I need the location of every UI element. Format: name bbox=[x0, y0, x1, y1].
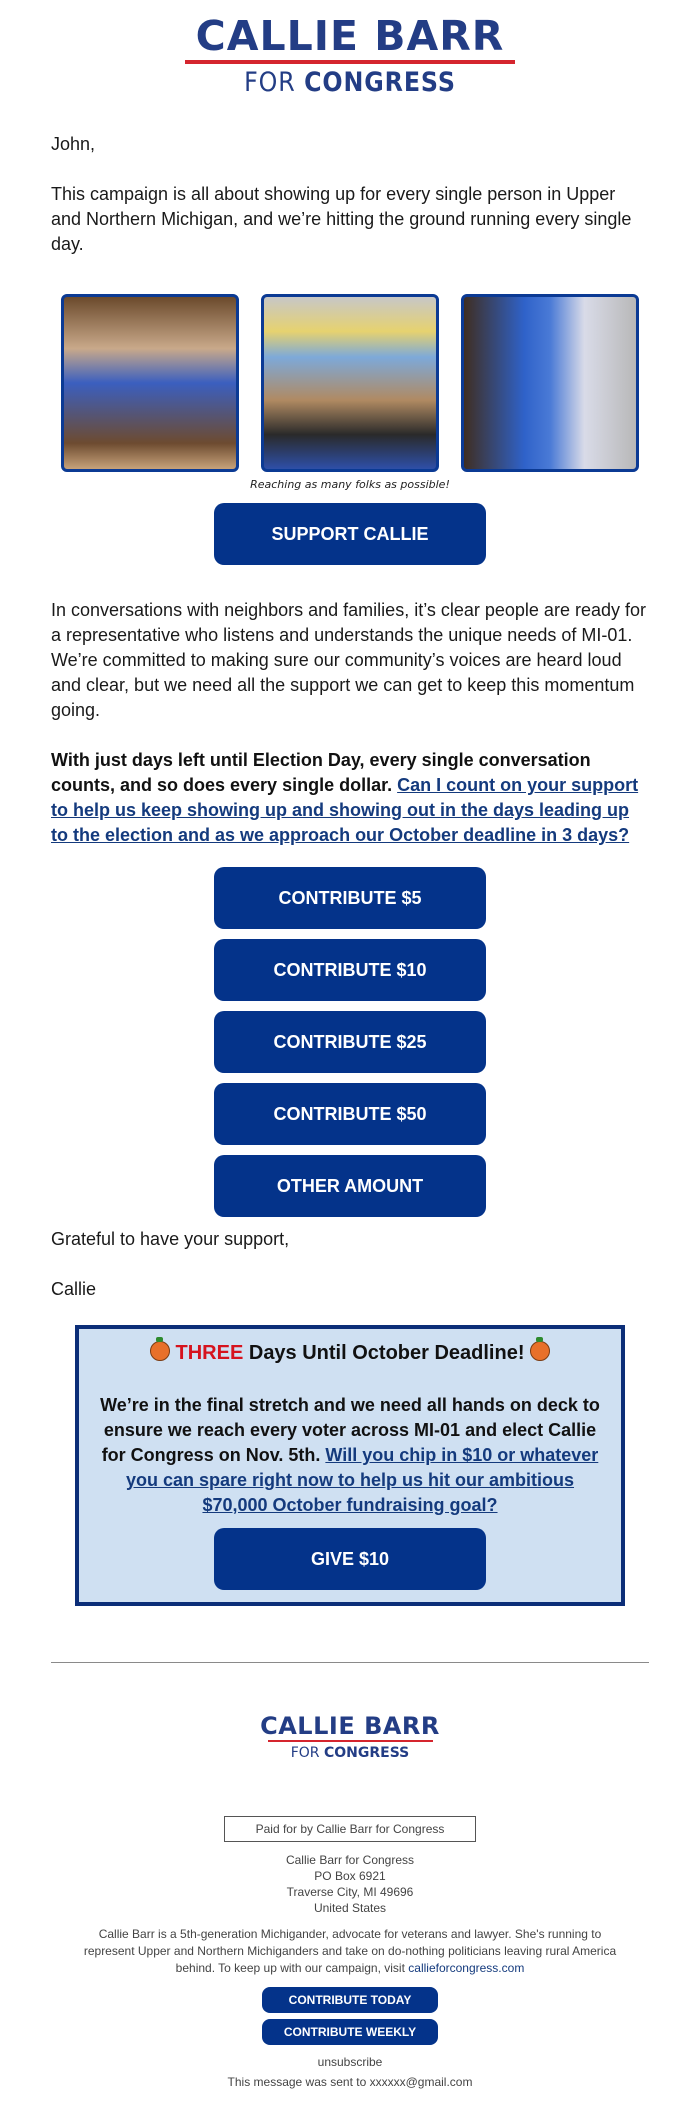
deadline-body: We’re in the final stretch and we need a… bbox=[97, 1393, 603, 1518]
contribute-today-button[interactable]: CONTRIBUTE TODAY bbox=[262, 1987, 438, 2013]
footer-logo-name: CALLIE BARR bbox=[260, 1712, 440, 1740]
other-amount-button[interactable]: OTHER AMOUNT bbox=[214, 1155, 486, 1217]
deadline-title-highlight: THREE bbox=[175, 1342, 244, 1364]
deadline-title-text: Days Until October Deadline! bbox=[243, 1342, 531, 1364]
website-link[interactable]: callieforcongress.com bbox=[408, 1961, 524, 1975]
footer-logo-sub-prefix: FOR bbox=[290, 1745, 320, 1761]
footer-logo: CALLIE BARR FOR CONGRESS bbox=[0, 1713, 700, 1761]
give-10-button[interactable]: GIVE $10 bbox=[214, 1528, 486, 1590]
jack-o-lantern-icon bbox=[149, 1337, 170, 1361]
paid-for-disclaimer: Paid for by Callie Barr for Congress bbox=[224, 1816, 476, 1842]
mailing-address: Callie Barr for Congress PO Box 6921 Tra… bbox=[0, 1852, 700, 1916]
logo-underline bbox=[185, 60, 515, 64]
signature: Callie bbox=[51, 1279, 97, 1299]
unsubscribe-row: unsubscribe bbox=[0, 2055, 700, 2069]
logo-sub-main: CONGRESS bbox=[304, 67, 456, 98]
unsubscribe-link[interactable]: unsubscribe bbox=[318, 2055, 383, 2069]
intro-paragraph: This campaign is all about showing up fo… bbox=[51, 184, 632, 254]
photo-row bbox=[0, 294, 700, 472]
body-paragraph: In conversations with neighbors and fami… bbox=[51, 600, 646, 720]
sent-to-notice: This message was sent to xxxxxx@gmail.co… bbox=[227, 2075, 473, 2089]
contribute-weekly-button[interactable]: CONTRIBUTE WEEKLY bbox=[262, 2019, 438, 2045]
address-line: Traverse City, MI 49696 bbox=[286, 1885, 414, 1899]
deadline-box: THREE Days Until October Deadline! We’re… bbox=[75, 1325, 625, 1606]
contribute-buttons: CONTRIBUTE $5 CONTRIBUTE $10 CONTRIBUTE … bbox=[0, 867, 700, 1217]
deadline-title: THREE Days Until October Deadline! bbox=[97, 1337, 603, 1367]
logo-name: CALLIE BARR bbox=[195, 12, 505, 60]
photo-office-meeting[interactable] bbox=[261, 294, 439, 472]
photo-mascot-outdoors[interactable] bbox=[461, 294, 639, 472]
campaign-logo: CALLIE BARR FOR CONGRESS bbox=[0, 0, 700, 104]
closing-line: Grateful to have your support, bbox=[51, 1229, 290, 1249]
contribute-25-button[interactable]: CONTRIBUTE $25 bbox=[214, 1011, 486, 1073]
support-callie-button[interactable]: SUPPORT CALLIE bbox=[214, 503, 486, 565]
footer-logo-sub-main: CONGRESS bbox=[324, 1745, 410, 1761]
contribute-5-button[interactable]: CONTRIBUTE $5 bbox=[214, 867, 486, 929]
footer-divider bbox=[51, 1662, 649, 1663]
address-line: PO Box 6921 bbox=[314, 1869, 386, 1883]
footer-logo-underline bbox=[267, 1740, 433, 1742]
candidate-bio: Callie Barr is a 5th-generation Michigan… bbox=[0, 1926, 700, 1977]
contribute-10-button[interactable]: CONTRIBUTE $10 bbox=[214, 939, 486, 1001]
logo-sub-prefix: FOR bbox=[244, 67, 296, 98]
photo-caption: Reaching as many folks as possible! bbox=[250, 478, 450, 491]
bio-text: Callie Barr is a 5th-generation Michigan… bbox=[83, 1927, 617, 1975]
address-line: United States bbox=[313, 1901, 387, 1915]
greeting: John, bbox=[51, 134, 96, 154]
jack-o-lantern-icon bbox=[530, 1337, 551, 1361]
address-line: Callie Barr for Congress bbox=[285, 1853, 415, 1867]
photo-supporters-mascot[interactable] bbox=[61, 294, 239, 472]
ask-paragraph: With just days left until Election Day, … bbox=[0, 748, 700, 848]
email-body: CALLIE BARR FOR CONGRESS John, This camp… bbox=[0, 0, 700, 2109]
contribute-50-button[interactable]: CONTRIBUTE $50 bbox=[214, 1083, 486, 1145]
footer-logo-subtitle: FOR CONGRESS bbox=[0, 1745, 700, 1761]
logo-subtitle: FOR CONGRESS bbox=[42, 68, 658, 98]
